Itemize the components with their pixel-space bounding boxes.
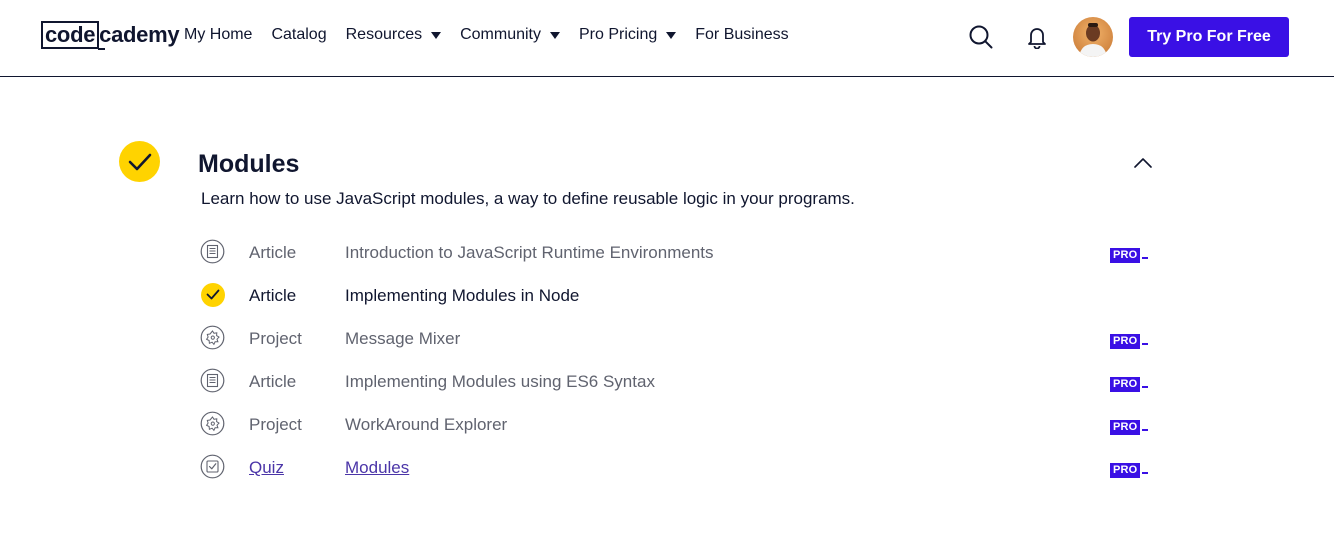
caret-down-icon — [666, 31, 677, 39]
item-type: Project — [249, 415, 302, 434]
article-icon — [200, 239, 225, 264]
nav-pro-pricing[interactable]: Pro Pricing — [579, 26, 677, 44]
item-type: Article — [249, 372, 297, 391]
list-item[interactable]: Project WorkAround Explorer PRO — [200, 408, 1150, 451]
list-item[interactable]: Quiz Modules PRO — [200, 451, 1150, 494]
item-name[interactable]: Implementing Modules in Node — [345, 286, 579, 306]
pro-badge: PRO — [1110, 329, 1148, 349]
module-content-list: Article Introduction to JavaScript Runti… — [200, 236, 1150, 494]
item-name[interactable]: Message Mixer — [345, 329, 460, 349]
project-icon — [200, 411, 225, 436]
project-icon — [200, 325, 225, 350]
item-name[interactable]: Introduction to JavaScript Runtime Envir… — [345, 243, 714, 263]
caret-down-icon — [550, 31, 560, 39]
module-description: Learn how to use JavaScript modules, a w… — [201, 189, 855, 208]
list-item[interactable]: Project Message Mixer PRO — [200, 322, 1150, 365]
item-name[interactable]: Modules — [345, 458, 409, 478]
nav-for-business-label: For Business — [695, 26, 789, 43]
codecademy-logo[interactable]: code cademy — [41, 21, 180, 50]
main-nav: My Home Catalog Resources Community Pro … — [184, 26, 808, 44]
nav-resources-label: Resources — [345, 26, 423, 43]
logo-code-text: code — [41, 21, 100, 49]
nav-community[interactable]: Community — [460, 26, 560, 44]
pro-badge-label: PRO — [1110, 334, 1141, 349]
nav-catalog-label: Catalog — [271, 26, 327, 43]
chevron-up-icon[interactable] — [1131, 153, 1155, 173]
avatar[interactable] — [1073, 17, 1113, 57]
module-title: Modules — [198, 150, 300, 178]
logo-cademy-text: cademy — [98, 22, 180, 50]
item-name[interactable]: WorkAround Explorer — [345, 415, 507, 435]
item-type: Project — [249, 329, 302, 348]
check-icon — [200, 282, 225, 307]
caret-down-icon — [431, 31, 442, 39]
nav-my-home-label: My Home — [184, 26, 253, 43]
pro-badge: PRO — [1110, 243, 1148, 263]
nav-for-business[interactable]: For Business — [695, 26, 788, 44]
pro-badge-label: PRO — [1110, 248, 1141, 263]
item-type: Article — [249, 243, 297, 262]
nav-pro-pricing-label: Pro Pricing — [579, 26, 658, 43]
top-navigation-bar: code cademy My Home Catalog Resources Com… — [0, 0, 1334, 77]
item-type: Article — [249, 286, 297, 305]
article-icon — [200, 368, 225, 393]
search-icon[interactable] — [966, 22, 996, 52]
bell-icon[interactable] — [1022, 22, 1052, 52]
list-item[interactable]: Article Introduction to JavaScript Runti… — [200, 236, 1150, 279]
nav-community-label: Community — [460, 26, 541, 43]
nav-catalog[interactable]: Catalog — [271, 26, 326, 44]
item-name[interactable]: Implementing Modules using ES6 Syntax — [345, 372, 655, 392]
list-item[interactable]: Article Implementing Modules in Node — [200, 279, 1150, 322]
pro-badge: PRO — [1110, 415, 1148, 435]
try-pro-button[interactable]: Try Pro For Free — [1129, 17, 1289, 57]
nav-resources[interactable]: Resources — [345, 26, 442, 44]
pro-badge-label: PRO — [1110, 420, 1141, 435]
quiz-icon — [200, 454, 225, 479]
pro-badge: PRO — [1110, 372, 1148, 392]
list-item[interactable]: Article Implementing Modules using ES6 S… — [200, 365, 1150, 408]
pro-badge-label: PRO — [1110, 377, 1141, 392]
nav-my-home[interactable]: My Home — [184, 26, 252, 44]
pro-badge: PRO — [1110, 458, 1148, 478]
item-type[interactable]: Quiz — [249, 458, 284, 478]
module-complete-check-icon — [119, 141, 160, 182]
pro-badge-label: PRO — [1110, 463, 1141, 478]
